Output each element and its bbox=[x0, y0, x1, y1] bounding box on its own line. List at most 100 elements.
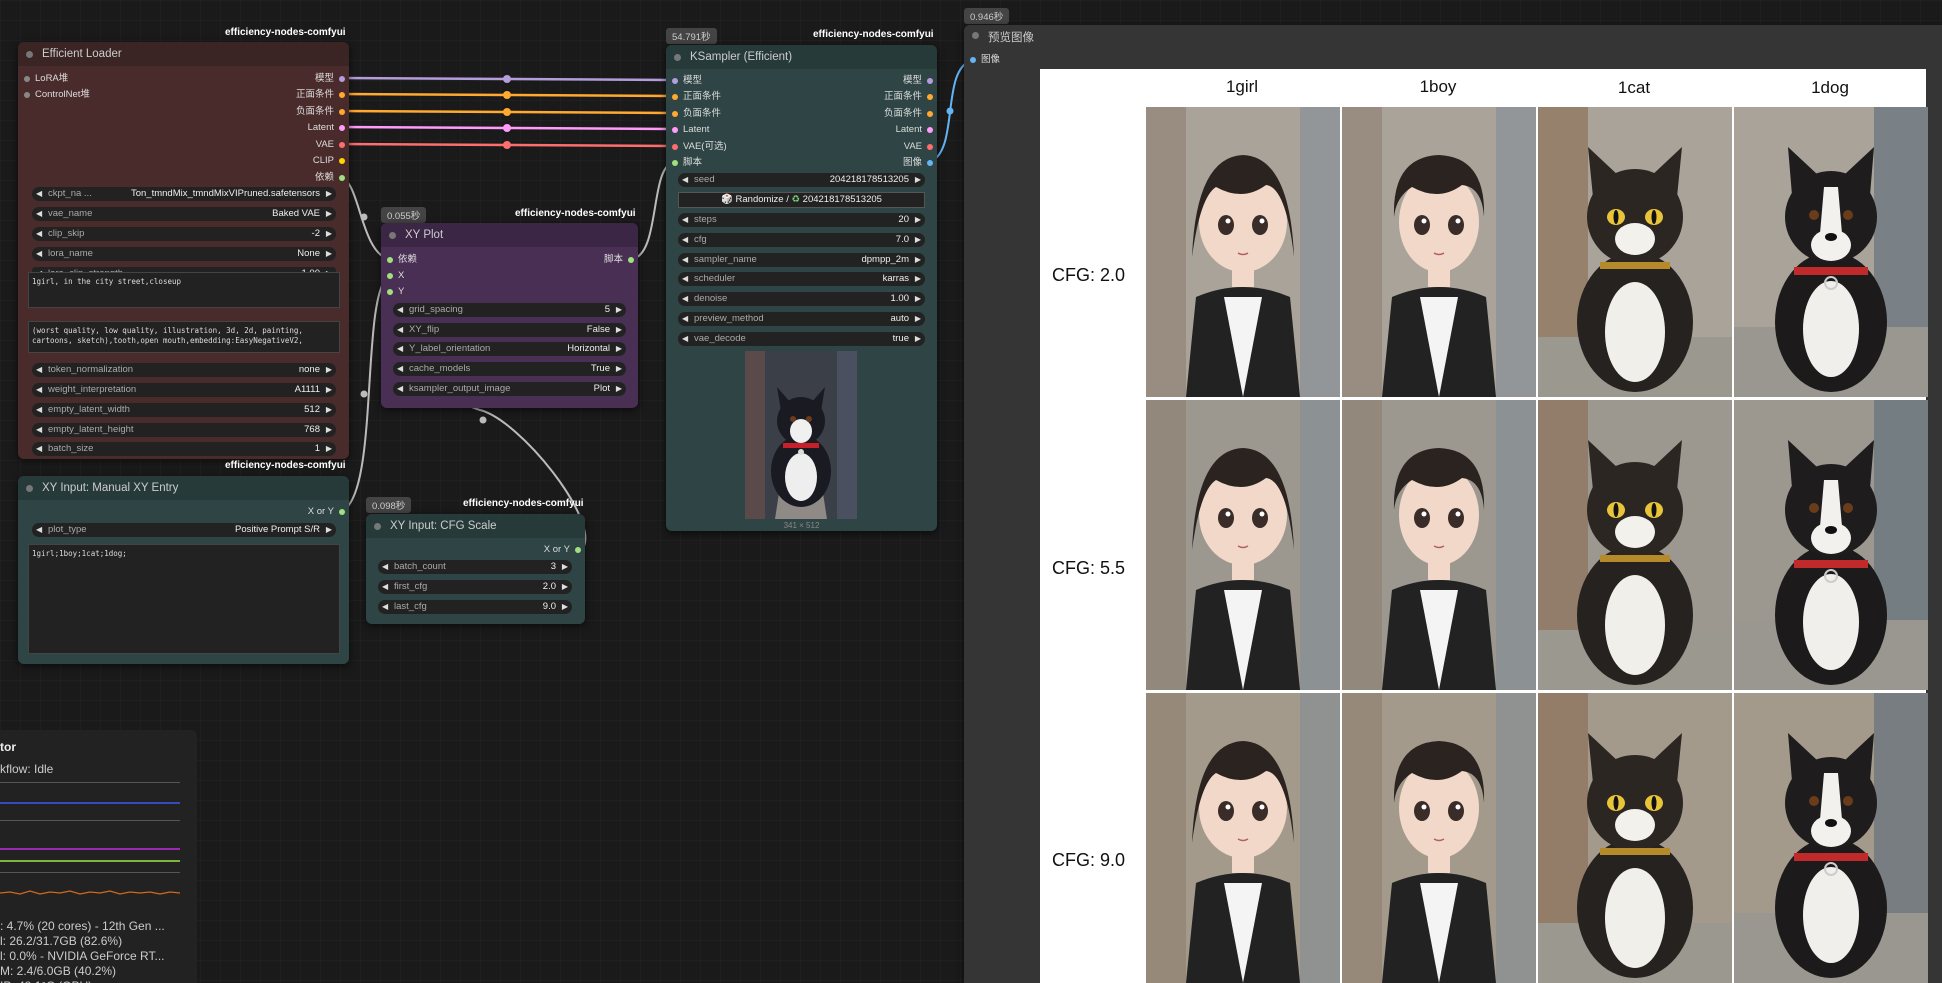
port-dot[interactable] bbox=[970, 57, 976, 63]
port-dot[interactable] bbox=[339, 92, 345, 98]
xy-manual-entry-node[interactable]: XY Input: Manual XY Entry X or Y plot_ty… bbox=[18, 476, 349, 664]
input-negative[interactable]: 负面条件 bbox=[672, 107, 721, 120]
widget-scheduler[interactable]: scheduler karras bbox=[678, 272, 925, 286]
randomize-button[interactable]: 🎲 Randomize / ♻ 204218178513205 bbox=[678, 192, 925, 208]
widget-vae-decode[interactable]: vae_decode true bbox=[678, 332, 925, 346]
port-dot[interactable] bbox=[927, 144, 933, 150]
widget-preview-method[interactable]: preview_method auto bbox=[678, 312, 925, 326]
dog-illustration bbox=[1734, 400, 1928, 690]
collapse-dot[interactable] bbox=[26, 485, 33, 492]
output-negative[interactable]: 负面条件 bbox=[296, 105, 345, 118]
widget-ckpt-name[interactable]: ckpt_na ... Ton_tmndMix_tmndMixVIPruned.s… bbox=[32, 187, 336, 201]
output-positive[interactable]: 正面条件 bbox=[884, 90, 933, 103]
output-clip[interactable]: CLIP bbox=[313, 154, 345, 167]
output-script[interactable]: 脚本 bbox=[604, 253, 634, 266]
input-x[interactable]: X bbox=[387, 269, 404, 282]
collapse-dot[interactable] bbox=[972, 32, 979, 39]
negative-prompt-textarea[interactable]: (worst quality, low quality, illustratio… bbox=[28, 321, 340, 353]
positive-prompt-textarea[interactable]: 1girl, in the city street,closeup bbox=[28, 272, 340, 308]
widget-clip-skip[interactable]: clip_skip -2 bbox=[32, 227, 336, 241]
output-latent[interactable]: Latent bbox=[308, 121, 345, 134]
widget-ksampler-output-image[interactable]: ksampler_output_image Plot bbox=[393, 382, 626, 396]
grid-cell-image bbox=[1146, 693, 1340, 983]
cfg-scale-node[interactable]: XY Input: CFG Scale X or Y batch_count3 … bbox=[366, 514, 585, 624]
port-dot[interactable] bbox=[24, 76, 30, 82]
output-latent[interactable]: Latent bbox=[896, 123, 933, 136]
widget-xy-flip[interactable]: XY_flip False bbox=[393, 323, 626, 337]
port-dot[interactable] bbox=[387, 257, 393, 263]
port-dot[interactable] bbox=[672, 111, 678, 117]
port-dot[interactable] bbox=[387, 289, 393, 295]
widget-first-cfg[interactable]: first_cfg 2.0 bbox=[378, 580, 572, 594]
output-positive[interactable]: 正面条件 bbox=[296, 88, 345, 101]
widget-grid-spacing[interactable]: grid_spacing 5 bbox=[393, 303, 626, 317]
widget-batch-size[interactable]: batch_size 1 bbox=[32, 442, 336, 456]
collapse-dot[interactable] bbox=[26, 51, 33, 58]
ksampler-node[interactable]: KSampler (Efficient) 模型 正面条件 负面条件 Latent… bbox=[666, 45, 937, 531]
port-dot[interactable] bbox=[339, 109, 345, 115]
input-y[interactable]: Y bbox=[387, 285, 404, 298]
port-dot[interactable] bbox=[339, 509, 345, 515]
widget-cache-models[interactable]: cache_models True bbox=[393, 362, 626, 376]
widget-plot-type[interactable]: plot_type Positive Prompt S/R bbox=[32, 523, 336, 537]
output-negative[interactable]: 负面条件 bbox=[884, 107, 933, 120]
widget-seed[interactable]: seed 204218178513205 bbox=[678, 173, 925, 187]
output-vae[interactable]: VAE bbox=[316, 138, 345, 151]
port-dot[interactable] bbox=[339, 158, 345, 164]
xy-plot-node[interactable]: XY Plot 依赖 X Y 脚本 grid_spacing 5 XY_flip F… bbox=[381, 223, 638, 408]
widget-last-cfg[interactable]: last_cfg 9.0 bbox=[378, 600, 572, 614]
input-model[interactable]: 模型 bbox=[672, 74, 702, 87]
port-dot[interactable] bbox=[387, 273, 393, 279]
widget-vae-name[interactable]: vae_name Baked VAE bbox=[32, 207, 336, 221]
port-dot[interactable] bbox=[927, 111, 933, 117]
widget-cfg[interactable]: cfg 7.0 bbox=[678, 233, 925, 247]
widget-sampler-name[interactable]: sampler_name dpmpp_2m bbox=[678, 253, 925, 267]
widget-y-label-orientation[interactable]: Y_label_orientation Horizontal bbox=[393, 342, 626, 356]
port-dot[interactable] bbox=[672, 78, 678, 84]
widget-weight-interpretation[interactable]: weight_interpretation A1111 bbox=[32, 383, 336, 397]
port-dot[interactable] bbox=[339, 125, 345, 131]
port-dot[interactable] bbox=[575, 547, 581, 553]
port-dot[interactable] bbox=[927, 160, 933, 166]
output-model[interactable]: 模型 bbox=[903, 74, 933, 87]
input-lora-stack[interactable]: LoRA堆 bbox=[24, 72, 68, 85]
output-dependency[interactable]: 依赖 bbox=[315, 171, 345, 184]
widget-batch-count[interactable]: batch_count 3 bbox=[378, 560, 572, 574]
package-badge: efficiency-nodes-comfyui bbox=[463, 498, 584, 509]
output-model[interactable]: 模型 bbox=[315, 72, 345, 85]
widget-latent-width[interactable]: empty_latent_width 512 bbox=[32, 403, 336, 417]
widget-token-normalization[interactable]: token_normalization none bbox=[32, 363, 336, 377]
port-dot[interactable] bbox=[339, 76, 345, 82]
port-dot[interactable] bbox=[672, 94, 678, 100]
output-x-or-y[interactable]: X or Y bbox=[544, 543, 581, 556]
efficient-loader-node[interactable]: Efficient Loader LoRA堆 ControlNet堆 模型 正面… bbox=[18, 42, 349, 459]
input-script[interactable]: 脚本 bbox=[672, 156, 702, 169]
input-latent[interactable]: Latent bbox=[672, 123, 709, 136]
port-dot[interactable] bbox=[927, 127, 933, 133]
port-dot[interactable] bbox=[339, 175, 345, 181]
output-x-or-y[interactable]: X or Y bbox=[308, 505, 345, 518]
widget-steps[interactable]: steps 20 bbox=[678, 213, 925, 227]
output-vae[interactable]: VAE bbox=[904, 140, 933, 153]
collapse-dot[interactable] bbox=[389, 232, 396, 239]
widget-lora-name[interactable]: lora_name None bbox=[32, 247, 336, 261]
input-vae-optional[interactable]: VAE(可选) bbox=[672, 140, 727, 153]
port-dot[interactable] bbox=[927, 94, 933, 100]
port-dot[interactable] bbox=[927, 78, 933, 84]
input-image[interactable]: 图像 bbox=[970, 53, 1000, 66]
widget-latent-height[interactable]: empty_latent_height 768 bbox=[32, 423, 336, 437]
collapse-dot[interactable] bbox=[374, 523, 381, 530]
input-dependency[interactable]: 依赖 bbox=[387, 253, 417, 266]
widget-denoise[interactable]: denoise 1.00 bbox=[678, 292, 925, 306]
port-dot[interactable] bbox=[24, 92, 30, 98]
port-dot[interactable] bbox=[672, 160, 678, 166]
port-dot[interactable] bbox=[672, 127, 678, 133]
collapse-dot[interactable] bbox=[674, 54, 681, 61]
port-dot[interactable] bbox=[339, 142, 345, 148]
port-dot[interactable] bbox=[672, 144, 678, 150]
input-positive[interactable]: 正面条件 bbox=[672, 90, 721, 103]
port-dot[interactable] bbox=[628, 257, 634, 263]
input-controlnet-stack[interactable]: ControlNet堆 bbox=[24, 88, 90, 101]
xy-entry-textarea[interactable]: 1girl;1boy;1cat;1dog; bbox=[28, 544, 340, 654]
output-image[interactable]: 图像 bbox=[903, 156, 933, 169]
